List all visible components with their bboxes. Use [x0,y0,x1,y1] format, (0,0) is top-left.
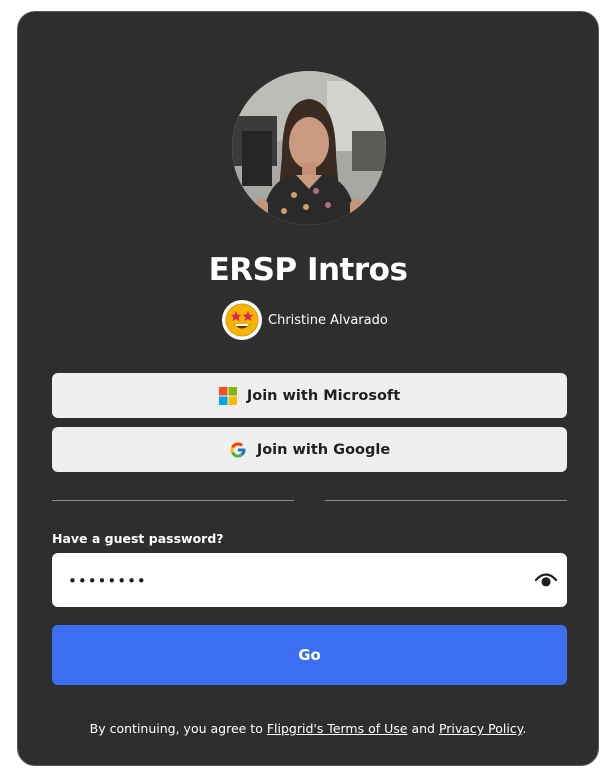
divider-right [325,500,567,501]
join-with-microsoft-button[interactable]: Join with Microsoft [52,373,567,418]
privacy-policy-link[interactable]: Privacy Policy [439,721,522,736]
group-cover-photo [232,71,386,225]
go-button[interactable]: Go [52,625,567,685]
join-card: ERSP Intros Christine Alvarado Join with… [17,11,599,766]
legal-prefix: By continuing, you agree to [89,721,267,736]
google-logo-icon [230,442,246,457]
go-button-label: Go [298,646,321,664]
join-with-microsoft-label: Join with Microsoft [246,387,401,404]
microsoft-logo-icon [218,386,237,405]
star-struck-emoji-icon [222,300,262,340]
legal-notice: By continuing, you agree to Flipgrid's T… [18,721,598,736]
join-with-google-button[interactable]: Join with Google [52,427,567,472]
terms-of-use-link[interactable]: Flipgrid's Terms of Use [267,721,408,736]
group-title: ERSP Intros [208,252,408,288]
legal-suffix: . [522,721,527,736]
divider-left [52,500,294,501]
guest-password-field [52,553,567,609]
eye-icon[interactable] [535,570,557,590]
guest-password-input[interactable] [66,553,510,609]
guest-password-label: Have a guest password? [52,531,224,546]
join-with-google-label: Join with Google [256,441,391,458]
owner-name: Christine Alvarado [268,312,388,328]
group-owner: Christine Alvarado [222,299,388,341]
cover-photo-image [232,71,386,225]
legal-middle: and [407,721,439,736]
